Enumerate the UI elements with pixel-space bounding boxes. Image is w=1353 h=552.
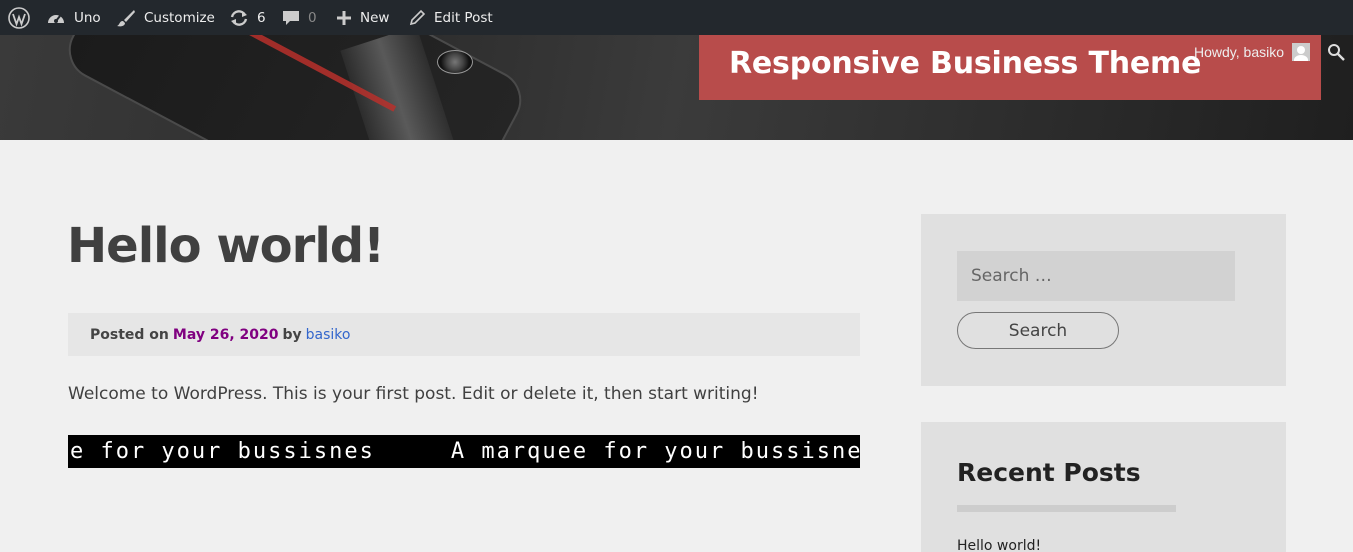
site-header: Responsive Business Theme Howdy, basiko xyxy=(0,35,1353,140)
howdy-label: Howdy, basiko xyxy=(1194,44,1285,60)
updates-icon xyxy=(230,9,248,26)
updates-link[interactable]: 6 xyxy=(229,0,266,35)
header-image-camera xyxy=(437,50,473,74)
post-author-link[interactable]: basiko xyxy=(306,327,351,343)
marquee-text: A marquee for your bussisnes xyxy=(450,439,860,464)
customize-label: Customize xyxy=(144,9,215,26)
marquee-banner: A marquee for your bussisnes A marquee fo… xyxy=(68,435,860,468)
admin-bar: Uno Customize 6 0 New Edit Post xyxy=(0,0,1353,35)
customize-link[interactable]: Customize xyxy=(116,0,215,35)
edit-post-label: Edit Post xyxy=(434,9,493,26)
dashboard-icon xyxy=(48,14,64,23)
search-button[interactable]: Search xyxy=(957,312,1119,349)
comment-icon xyxy=(283,10,299,25)
recent-posts-divider xyxy=(957,505,1176,512)
pencil-icon xyxy=(409,9,426,25)
edit-post-link[interactable]: Edit Post xyxy=(408,0,493,35)
site-name-label: Uno xyxy=(74,9,101,26)
avatar xyxy=(1292,43,1311,61)
wordpress-logo-icon[interactable] xyxy=(8,0,30,35)
search-icon[interactable] xyxy=(1327,43,1347,68)
comments-link[interactable]: 0 xyxy=(282,0,317,35)
post-meta: Posted on May 26, 2020 by basiko xyxy=(68,313,860,356)
post-content: Welcome to WordPress. This is your first… xyxy=(68,384,759,404)
new-content-link[interactable]: New xyxy=(336,0,389,35)
post-date-link[interactable]: May 26, 2020 xyxy=(173,327,279,343)
comments-count: 0 xyxy=(308,9,317,26)
site-title[interactable]: Responsive Business Theme xyxy=(729,46,1201,81)
marquee-track: A marquee for your bussisnes A marquee fo… xyxy=(68,439,860,464)
post-title: Hello world! xyxy=(67,218,385,274)
plus-icon xyxy=(337,10,351,25)
recent-posts-widget: Recent Posts Hello world! xyxy=(921,422,1286,552)
search-widget: Search xyxy=(921,214,1286,386)
search-input[interactable] xyxy=(957,251,1235,301)
account-menu[interactable]: Howdy, basiko xyxy=(1194,43,1311,61)
marquee-text: A marquee for your bussisnes xyxy=(68,439,375,464)
new-label: New xyxy=(360,9,390,26)
paintbrush-icon xyxy=(117,9,135,26)
by-label: by xyxy=(282,326,302,343)
recent-posts-title: Recent Posts xyxy=(957,458,1141,487)
recent-post-link[interactable]: Hello world! xyxy=(957,538,1041,552)
updates-count: 6 xyxy=(257,9,266,26)
posted-on-label: Posted on xyxy=(90,326,169,343)
site-name-menu[interactable]: Uno xyxy=(46,0,101,35)
